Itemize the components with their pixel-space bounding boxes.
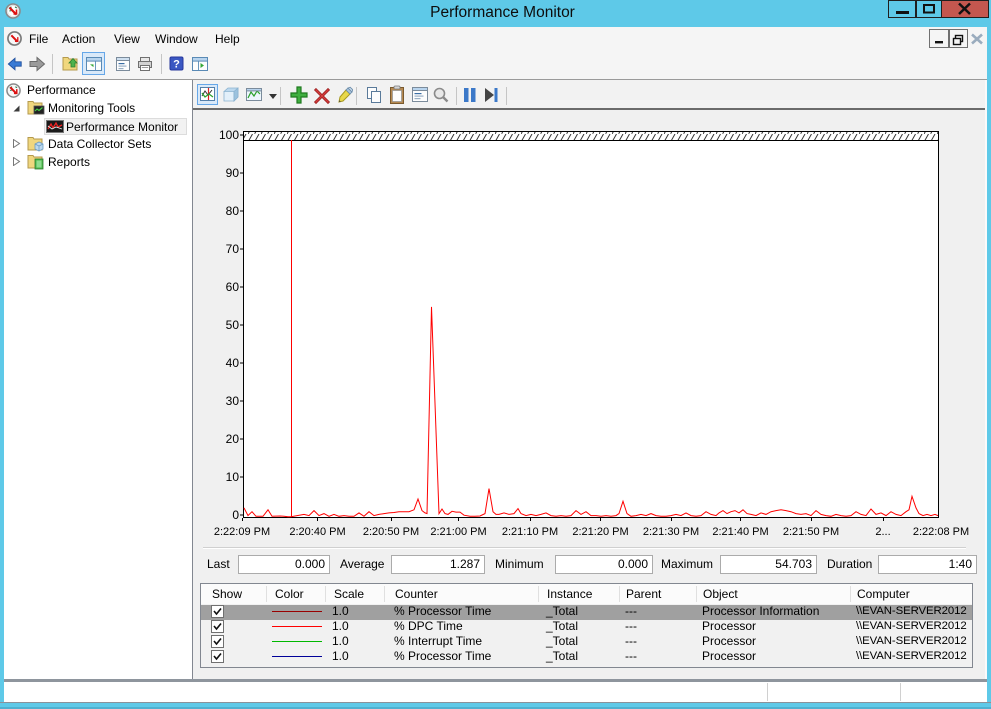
svg-text:70: 70 <box>226 242 240 256</box>
svg-text:2:20:40 PM: 2:20:40 PM <box>289 526 345 538</box>
svg-text:2:21:10 PM: 2:21:10 PM <box>502 526 558 538</box>
svg-text:80: 80 <box>226 204 240 218</box>
svg-text:2:20:50 PM: 2:20:50 PM <box>363 526 419 538</box>
svg-text:30: 30 <box>226 394 240 408</box>
svg-text:2:22:09 PM: 2:22:09 PM <box>214 526 270 538</box>
svg-text:2:21:50 PM: 2:21:50 PM <box>783 526 839 538</box>
svg-text:50: 50 <box>226 318 240 332</box>
svg-text:2:21:20 PM: 2:21:20 PM <box>572 526 628 538</box>
svg-text:60: 60 <box>226 280 240 294</box>
svg-text:20: 20 <box>226 432 240 446</box>
svg-text:?: ? <box>173 59 180 71</box>
svg-text:40: 40 <box>226 356 240 370</box>
svg-text:0: 0 <box>232 508 239 522</box>
svg-text:10: 10 <box>226 470 240 484</box>
svg-text:2:21:40 PM: 2:21:40 PM <box>712 526 768 538</box>
svg-text:2...: 2... <box>875 526 890 538</box>
svg-text:2:22:08 PM: 2:22:08 PM <box>913 526 969 538</box>
svg-text:2:21:30 PM: 2:21:30 PM <box>643 526 699 538</box>
svg-text:90: 90 <box>226 166 240 180</box>
svg-text:100: 100 <box>219 128 239 142</box>
svg-text:2:21:00 PM: 2:21:00 PM <box>430 526 486 538</box>
